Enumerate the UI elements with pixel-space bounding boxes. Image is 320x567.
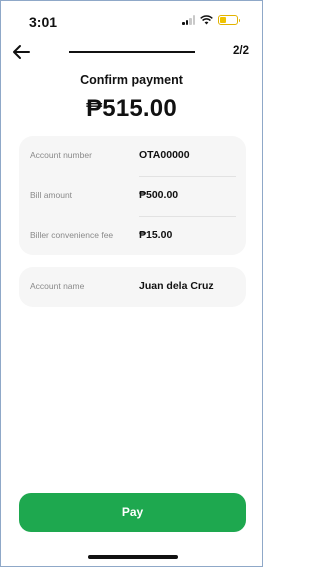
- battery-icon: [218, 15, 240, 25]
- detail-value: ₱500.00: [139, 189, 179, 201]
- detail-label: Account number: [30, 150, 92, 160]
- detail-label: Bill amount: [30, 190, 73, 200]
- detail-row-account-name: Account name Juan dela Cruz: [19, 267, 246, 307]
- pay-button[interactable]: Pay: [19, 493, 246, 532]
- account-name-card: Account name Juan dela Cruz: [19, 267, 246, 307]
- signal-icon: [182, 15, 195, 25]
- status-time: 3:01: [29, 14, 58, 30]
- home-indicator: [88, 555, 178, 559]
- page-title: Confirm payment: [80, 73, 183, 87]
- arrow-left-icon: [13, 45, 30, 59]
- detail-value: Juan dela Cruz: [139, 280, 214, 292]
- progress-indicator: [69, 51, 195, 53]
- detail-label: Account name: [30, 281, 85, 291]
- status-icons: [182, 15, 240, 25]
- detail-value: OTA00000: [139, 149, 190, 161]
- payment-details-card: Account number OTA00000 Bill amount ₱500…: [19, 136, 246, 255]
- detail-label: Biller convenience fee: [30, 230, 114, 240]
- step-indicator: 2/2: [233, 45, 249, 57]
- detail-row-convenience-fee: Biller convenience fee ₱15.00: [19, 216, 246, 256]
- app-screen: 3:01 2/2 Confirm payment ₱515.00 Account…: [0, 0, 263, 567]
- detail-value: ₱15.00: [139, 229, 173, 241]
- status-bar: 3:01: [1, 1, 262, 41]
- total-amount: ₱515.00: [86, 95, 177, 122]
- detail-row-bill-amount: Bill amount ₱500.00: [19, 176, 246, 216]
- detail-row-account-number: Account number OTA00000: [19, 136, 246, 176]
- wifi-icon: [200, 15, 213, 25]
- back-button[interactable]: [11, 43, 33, 61]
- header: 2/2: [1, 41, 262, 65]
